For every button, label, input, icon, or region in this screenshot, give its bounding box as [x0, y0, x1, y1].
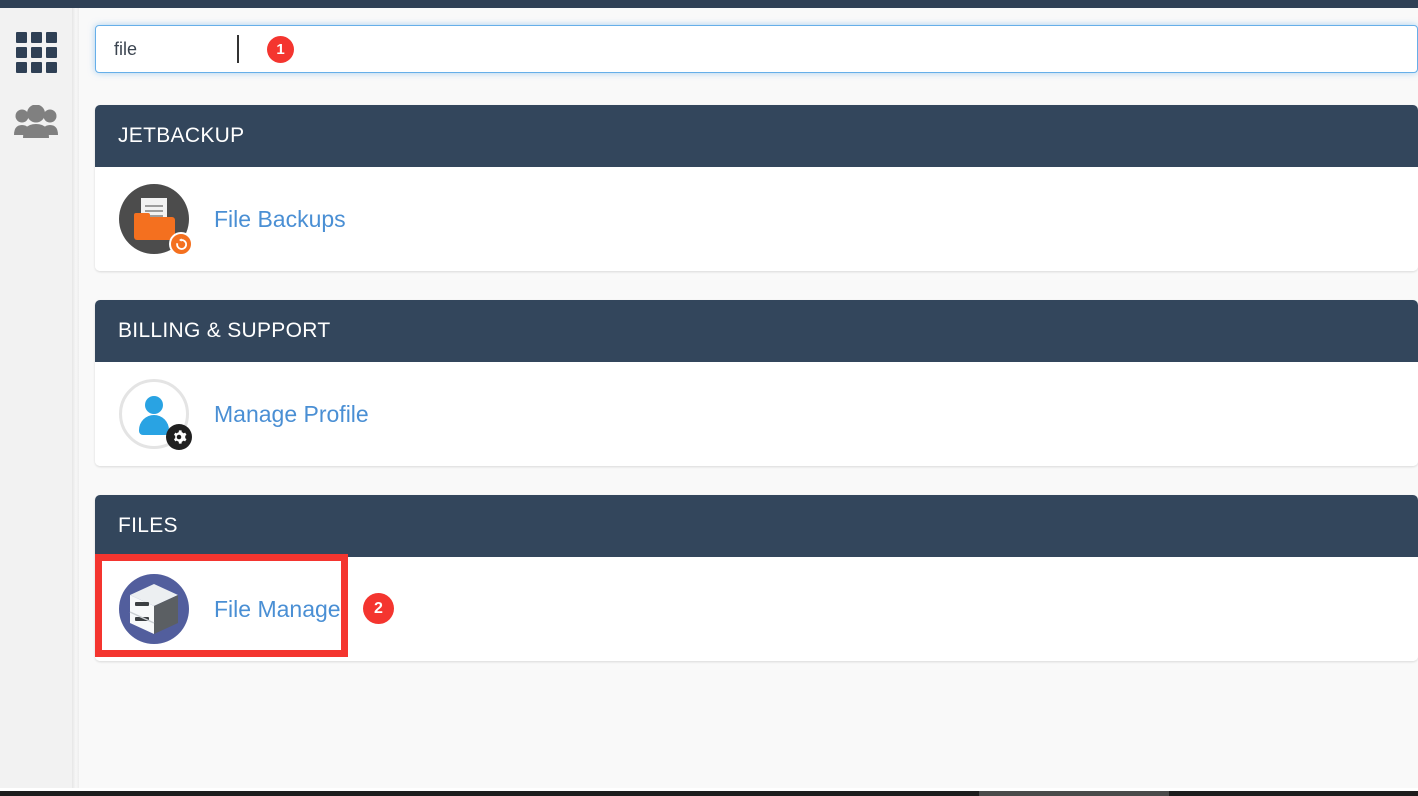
annotation-badge-2: 2: [363, 593, 394, 624]
section-card-billing: BILLING & SUPPORT Manage Profile: [95, 300, 1418, 466]
bottom-edge-segment: [979, 791, 1169, 796]
sidebar: [0, 8, 72, 788]
grid-icon: [15, 31, 57, 73]
section-body-jetbackup: File Backups: [95, 167, 1418, 271]
refresh-badge-icon: [169, 232, 193, 256]
sidebar-item-user-manager[interactable]: [0, 96, 72, 152]
app-link-file-backups[interactable]: File Backups: [95, 167, 1418, 271]
sidebar-item-apps[interactable]: [0, 24, 72, 80]
file-manager-icon: [119, 574, 189, 644]
search-bar: 1: [95, 25, 1418, 73]
section-title-billing: BILLING & SUPPORT: [95, 300, 1418, 362]
users-icon: [13, 104, 59, 144]
manage-profile-icon: [119, 379, 192, 450]
app-label-file-manager: File Manager: [214, 595, 349, 622]
annotation-badge-1: 1: [267, 36, 294, 63]
app-link-file-manager[interactable]: File Manager: [95, 557, 1418, 661]
text-cursor: [237, 35, 239, 63]
app-root: 1 JETBACKUP: [0, 0, 1418, 796]
bottom-edge: [0, 791, 1418, 796]
gear-icon: [166, 424, 192, 450]
section-title-jetbackup: JETBACKUP: [95, 105, 1418, 167]
app-label-manage-profile: Manage Profile: [214, 400, 369, 427]
section-body-files: File Manager: [95, 557, 1418, 661]
file-backups-icon: [119, 184, 193, 256]
section-card-jetbackup: JETBACKUP File Backups: [95, 105, 1418, 271]
sidebar-divider: [72, 8, 79, 788]
app-label-file-backups: File Backups: [214, 205, 346, 232]
top-bar: [0, 0, 1418, 8]
section-card-files: FILES File Manager: [95, 495, 1418, 661]
app-link-manage-profile[interactable]: Manage Profile: [95, 362, 1418, 466]
section-body-billing: Manage Profile: [95, 362, 1418, 466]
main-panel: 1 JETBACKUP: [79, 8, 1418, 788]
section-title-files: FILES: [95, 495, 1418, 557]
